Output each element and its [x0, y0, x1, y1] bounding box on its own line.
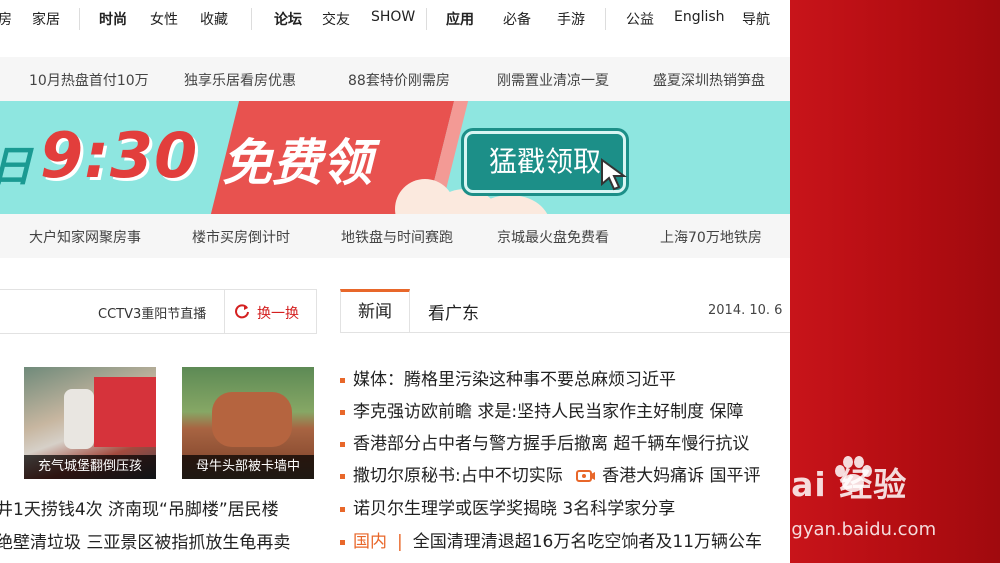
- nav-link-show[interactable]: SHOW: [371, 9, 415, 25]
- nav-divider: [605, 8, 606, 30]
- headline-item[interactable]: 李克强访欧前瞻 求是:坚持人民当家作主好制度 保障: [340, 397, 744, 422]
- bullet-icon: [340, 473, 345, 479]
- watermark-brand: Bai 经验: [765, 465, 908, 504]
- headline-text: 诺贝尔生理学或医学奖揭晓 3名科学家分享: [353, 499, 676, 519]
- top-nav: 房 家居 时尚 女性 收藏 论坛 交友 SHOW 应用 必备 手游 公益 Eng…: [0, 0, 790, 36]
- headline-text: 全国清理清退超16万名吃空饷者及11万辆公车: [412, 532, 762, 552]
- refresh-label: 换一换: [257, 306, 299, 322]
- nav-link-forum[interactable]: 论坛: [274, 9, 302, 29]
- nav-link-english[interactable]: English: [674, 9, 725, 25]
- nav-link-dating[interactable]: 交友: [322, 9, 350, 29]
- nav-divider: [251, 8, 252, 30]
- left-panel-header: CCTV3重阳节直播 换一换: [0, 289, 317, 334]
- headline-text: 撒切尔原秘书:占中不切实际: [353, 466, 563, 486]
- nav-divider: [79, 8, 80, 30]
- banner-free: 免费领: [222, 134, 372, 192]
- bullet-icon: [340, 409, 345, 415]
- divider: |: [397, 532, 403, 552]
- left-news-link[interactable]: 绝壁清垃圾 三亚景区被指抓放生龟再卖: [0, 528, 290, 553]
- promo-link[interactable]: 京城最火盘免费看: [497, 227, 609, 247]
- photo-detail: [64, 389, 94, 449]
- headline-item[interactable]: 国内 | 全国清理清退超16万名吃空饷者及11万辆公车: [340, 527, 762, 552]
- promo-links-row-top: 10月热盘首付10万 独享乐居看房优惠 88套特价刚需房 刚需置业清凉一夏 盛夏…: [0, 57, 790, 101]
- nav-link-women[interactable]: 女性: [150, 9, 178, 29]
- nav-link-fashion[interactable]: 时尚: [99, 9, 127, 29]
- headline-item[interactable]: 媒体：腾格里污染这种事不要总麻烦习近平: [340, 365, 676, 390]
- bullet-icon: [340, 539, 345, 545]
- promo-link[interactable]: 10月热盘首付10万: [29, 70, 149, 90]
- sina-homepage: 房 家居 时尚 女性 收藏 论坛 交友 SHOW 应用 必备 手游 公益 Eng…: [0, 0, 790, 563]
- headline-text: 香港部分占中者与警方握手后撤离 超千辆车慢行抗议: [353, 434, 750, 454]
- cctv-live-link[interactable]: CCTV3重阳节直播: [98, 303, 206, 322]
- tab-news[interactable]: 新闻: [340, 289, 410, 332]
- promo-banner[interactable]: 日 9:30 免费领: [0, 101, 790, 214]
- nav-link-home[interactable]: 家居: [32, 9, 60, 29]
- promo-link[interactable]: 楼市买房倒计时: [192, 227, 290, 247]
- photo-detail: [212, 392, 292, 447]
- tab-guangdong[interactable]: 看广东: [428, 299, 479, 324]
- photo-caption: 充气城堡翻倒压孩: [24, 455, 156, 479]
- photo-detail: [94, 377, 156, 447]
- headline-item[interactable]: 撒切尔原秘书:占中不切实际 香港大妈痛诉 国平评: [340, 461, 761, 486]
- news-date: 2014. 10. 6: [708, 303, 783, 318]
- news-photo[interactable]: 充气城堡翻倒压孩: [24, 367, 156, 479]
- photo-caption: 母牛头部被卡墙中: [182, 455, 314, 479]
- nav-link-house[interactable]: 房: [0, 9, 12, 29]
- nav-link-collection[interactable]: 收藏: [200, 9, 228, 29]
- news-photo[interactable]: 母牛头部被卡墙中: [182, 367, 314, 479]
- domestic-label[interactable]: 国内: [353, 532, 387, 552]
- bullet-icon: [340, 441, 345, 447]
- headline-text: 李克强访欧前瞻 求是:坚持人民当家作主好制度 保障: [353, 402, 744, 422]
- headline-text: 媒体：腾格里污染这种事不要总麻烦习近平: [353, 370, 676, 390]
- bullet-icon: [340, 377, 345, 383]
- headline-text: 香港大妈痛诉 国平评: [602, 466, 761, 486]
- nav-divider: [426, 8, 427, 30]
- nav-link-essentials[interactable]: 必备: [503, 9, 531, 29]
- bullet-icon: [340, 506, 345, 512]
- banner-prefix: 日: [0, 133, 32, 194]
- promo-link[interactable]: 刚需置业清凉一夏: [497, 70, 609, 90]
- headline-item[interactable]: 香港部分占中者与警方握手后撤离 超千辆车慢行抗议: [340, 429, 749, 454]
- banner-time: 9:30: [40, 119, 199, 192]
- watermark-url: jingyan.baidu.com: [770, 519, 937, 540]
- news-tab-bar: 新闻 看广东 2014. 10. 6: [340, 289, 790, 333]
- promo-link[interactable]: 盛夏深圳热销笋盘: [653, 70, 765, 90]
- nav-link-mobile-games[interactable]: 手游: [557, 9, 585, 29]
- nav-link-apps[interactable]: 应用: [446, 9, 474, 29]
- promo-link[interactable]: 独享乐居看房优惠: [184, 70, 296, 90]
- headline-item[interactable]: 诺贝尔生理学或医学奖揭晓 3名科学家分享: [340, 494, 675, 519]
- cursor-icon: [601, 158, 628, 191]
- video-icon: [576, 470, 596, 482]
- refresh-button[interactable]: 换一换: [224, 290, 317, 333]
- promo-link[interactable]: 88套特价刚需房: [348, 70, 450, 90]
- left-news-link[interactable]: 井1天捞钱4次 济南现“吊脚楼”居民楼: [0, 495, 279, 520]
- promo-link[interactable]: 地铁盘与时间赛跑: [341, 227, 453, 247]
- promo-link[interactable]: 上海70万地铁房: [660, 227, 762, 247]
- promo-link[interactable]: 大户知家网聚房事: [29, 227, 141, 247]
- promo-links-row-bottom: 大户知家网聚房事 楼市买房倒计时 地铁盘与时间赛跑 京城最火盘免费看 上海70万…: [0, 214, 790, 258]
- refresh-icon: [235, 304, 249, 319]
- nav-link-navigation[interactable]: 导航: [742, 9, 770, 29]
- nav-link-charity[interactable]: 公益: [626, 9, 654, 29]
